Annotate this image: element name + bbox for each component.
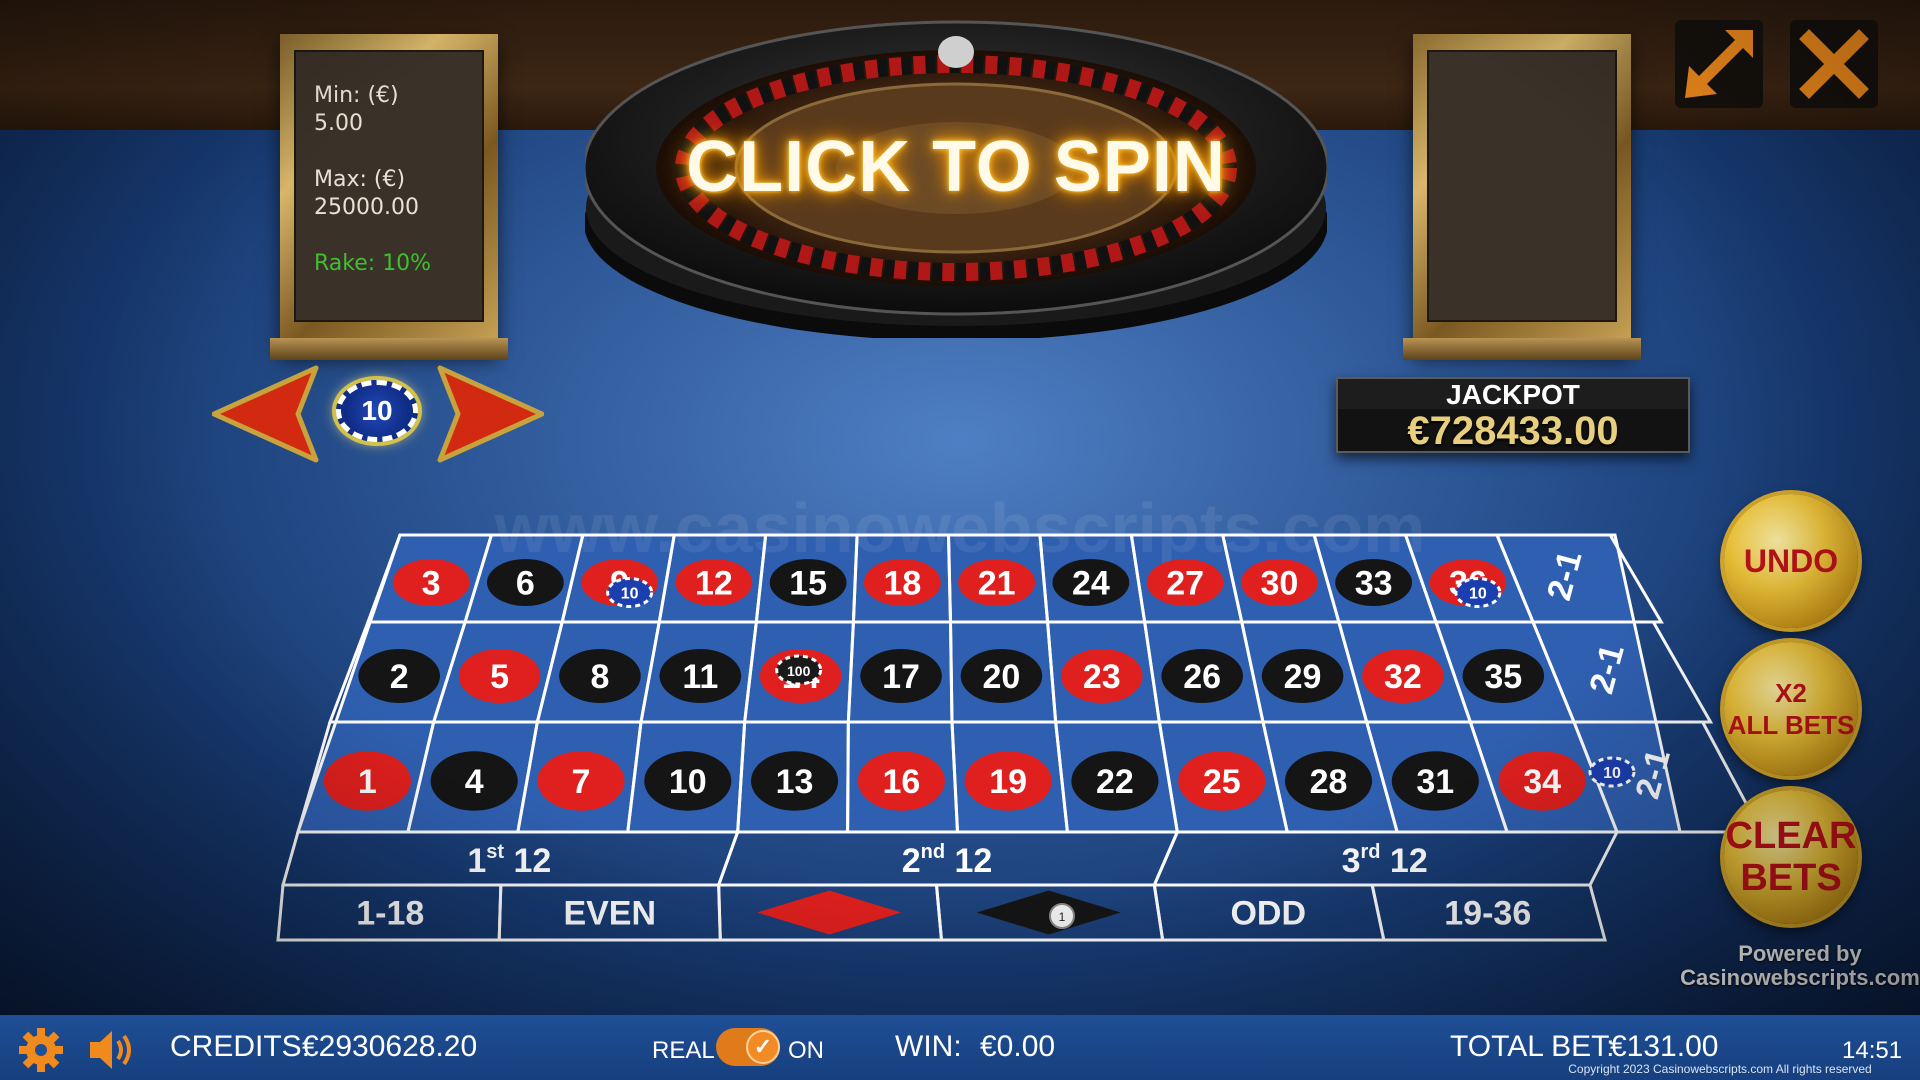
real-mode-label: REAL — [652, 1037, 715, 1064]
credits-value: €2930628.20 — [302, 1030, 478, 1063]
number-label[interactable]: 8 — [590, 658, 609, 696]
powered-line2: Casinowebscripts.com — [1680, 965, 1920, 990]
dozen-label[interactable]: 2nd 12 — [902, 841, 993, 880]
powered-line1: Powered by — [1738, 941, 1862, 966]
number-label[interactable]: 15 — [789, 565, 827, 603]
number-label[interactable]: 12 — [695, 565, 733, 603]
outside-bet-label[interactable]: ODD — [1230, 895, 1306, 933]
toggle-state-label: ON — [788, 1037, 824, 1064]
toggle-knob: ✓ — [746, 1030, 780, 1064]
number-label[interactable]: 5 — [490, 658, 509, 696]
number-label[interactable]: 3 — [422, 565, 441, 603]
number-label[interactable]: 23 — [1083, 658, 1121, 696]
number-label[interactable]: 6 — [516, 565, 535, 603]
placed-chip-value: 10 — [1603, 765, 1621, 782]
outside-bet-label[interactable]: 1-18 — [356, 895, 424, 933]
number-label[interactable]: 22 — [1096, 763, 1134, 801]
number-label[interactable]: 32 — [1384, 658, 1422, 696]
clear-bets-line2: BETS — [1740, 857, 1842, 899]
gear-icon[interactable] — [18, 1027, 64, 1073]
clear-bets-line1: CLEAR — [1725, 815, 1857, 857]
dozen-label[interactable]: 1st 12 — [467, 841, 551, 880]
number-label[interactable]: 19 — [989, 763, 1027, 801]
number-label[interactable]: 29 — [1284, 658, 1322, 696]
powered-by: Powered by Casinowebscripts.com — [1680, 942, 1920, 990]
total-bet-label: TOTAL BET: — [1450, 1030, 1615, 1063]
game-scene: Min: (€) 5.00 Max: (€) 25000.00 Rake: 10… — [0, 0, 1920, 1015]
real-mode-toggle[interactable]: ✓ — [716, 1028, 780, 1066]
win-value: €0.00 — [980, 1030, 1056, 1063]
number-label[interactable]: 2 — [390, 658, 409, 696]
dozen-label[interactable]: 3rd 12 — [1342, 841, 1428, 880]
number-label[interactable]: 25 — [1203, 763, 1241, 801]
number-label[interactable]: 17 — [882, 658, 920, 696]
watermark: www.casinowebscripts.com — [493, 489, 1425, 567]
outside-bet-label[interactable]: 19-36 — [1444, 895, 1531, 933]
double-bets-label: X2 ALL BETS — [1728, 677, 1855, 741]
number-label[interactable]: 10 — [669, 763, 707, 801]
number-label[interactable]: 27 — [1166, 565, 1204, 603]
clear-bets-label: CLEAR BETS — [1726, 815, 1857, 899]
clear-bets-button[interactable]: CLEAR BETS — [1724, 790, 1858, 924]
outside-bet-label[interactable]: EVEN — [563, 895, 656, 933]
number-label[interactable]: 24 — [1072, 565, 1110, 603]
number-label[interactable]: 18 — [883, 565, 921, 603]
undo-button[interactable]: UNDO — [1724, 494, 1858, 628]
copyright-notice: Copyright 2023 Casinowebscripts.com All … — [1568, 1062, 1872, 1076]
number-label[interactable]: 26 — [1183, 658, 1221, 696]
number-label[interactable]: 4 — [465, 763, 484, 801]
placed-chip-value: 100 — [787, 663, 811, 679]
number-label[interactable]: 13 — [776, 763, 814, 801]
red-diamond[interactable] — [757, 890, 902, 935]
number-label[interactable]: 1 — [358, 763, 377, 801]
double-bets-line1: X2 — [1775, 678, 1807, 708]
number-label[interactable]: 35 — [1484, 658, 1522, 696]
number-label[interactable]: 16 — [882, 763, 920, 801]
number-label[interactable]: 7 — [572, 763, 591, 801]
number-label[interactable]: 34 — [1523, 763, 1561, 801]
total-bet-value: €131.00 — [1610, 1030, 1719, 1063]
placed-chip-value: 10 — [621, 586, 639, 603]
placed-chip-value: 1 — [1059, 910, 1066, 924]
placed-chip-value: 10 — [1469, 586, 1487, 603]
betting-table[interactable]: www.casinowebscripts.com3691215182124273… — [0, 0, 1920, 1015]
double-bets-button[interactable]: X2 ALL BETS — [1724, 642, 1858, 776]
number-label[interactable]: 30 — [1260, 565, 1298, 603]
win-label: WIN: — [895, 1030, 962, 1063]
number-label[interactable]: 28 — [1310, 763, 1348, 801]
speaker-icon[interactable] — [88, 1027, 140, 1073]
number-label[interactable]: 31 — [1416, 763, 1454, 801]
double-bets-line2: ALL BETS — [1727, 710, 1855, 740]
number-label[interactable]: 33 — [1355, 565, 1393, 603]
black-diamond[interactable] — [976, 890, 1121, 935]
undo-label: UNDO — [1743, 542, 1839, 579]
credits-label: CREDITS: — [170, 1030, 311, 1063]
number-label[interactable]: 20 — [983, 658, 1021, 696]
number-label[interactable]: 11 — [682, 658, 718, 696]
number-label[interactable]: 21 — [978, 565, 1016, 603]
